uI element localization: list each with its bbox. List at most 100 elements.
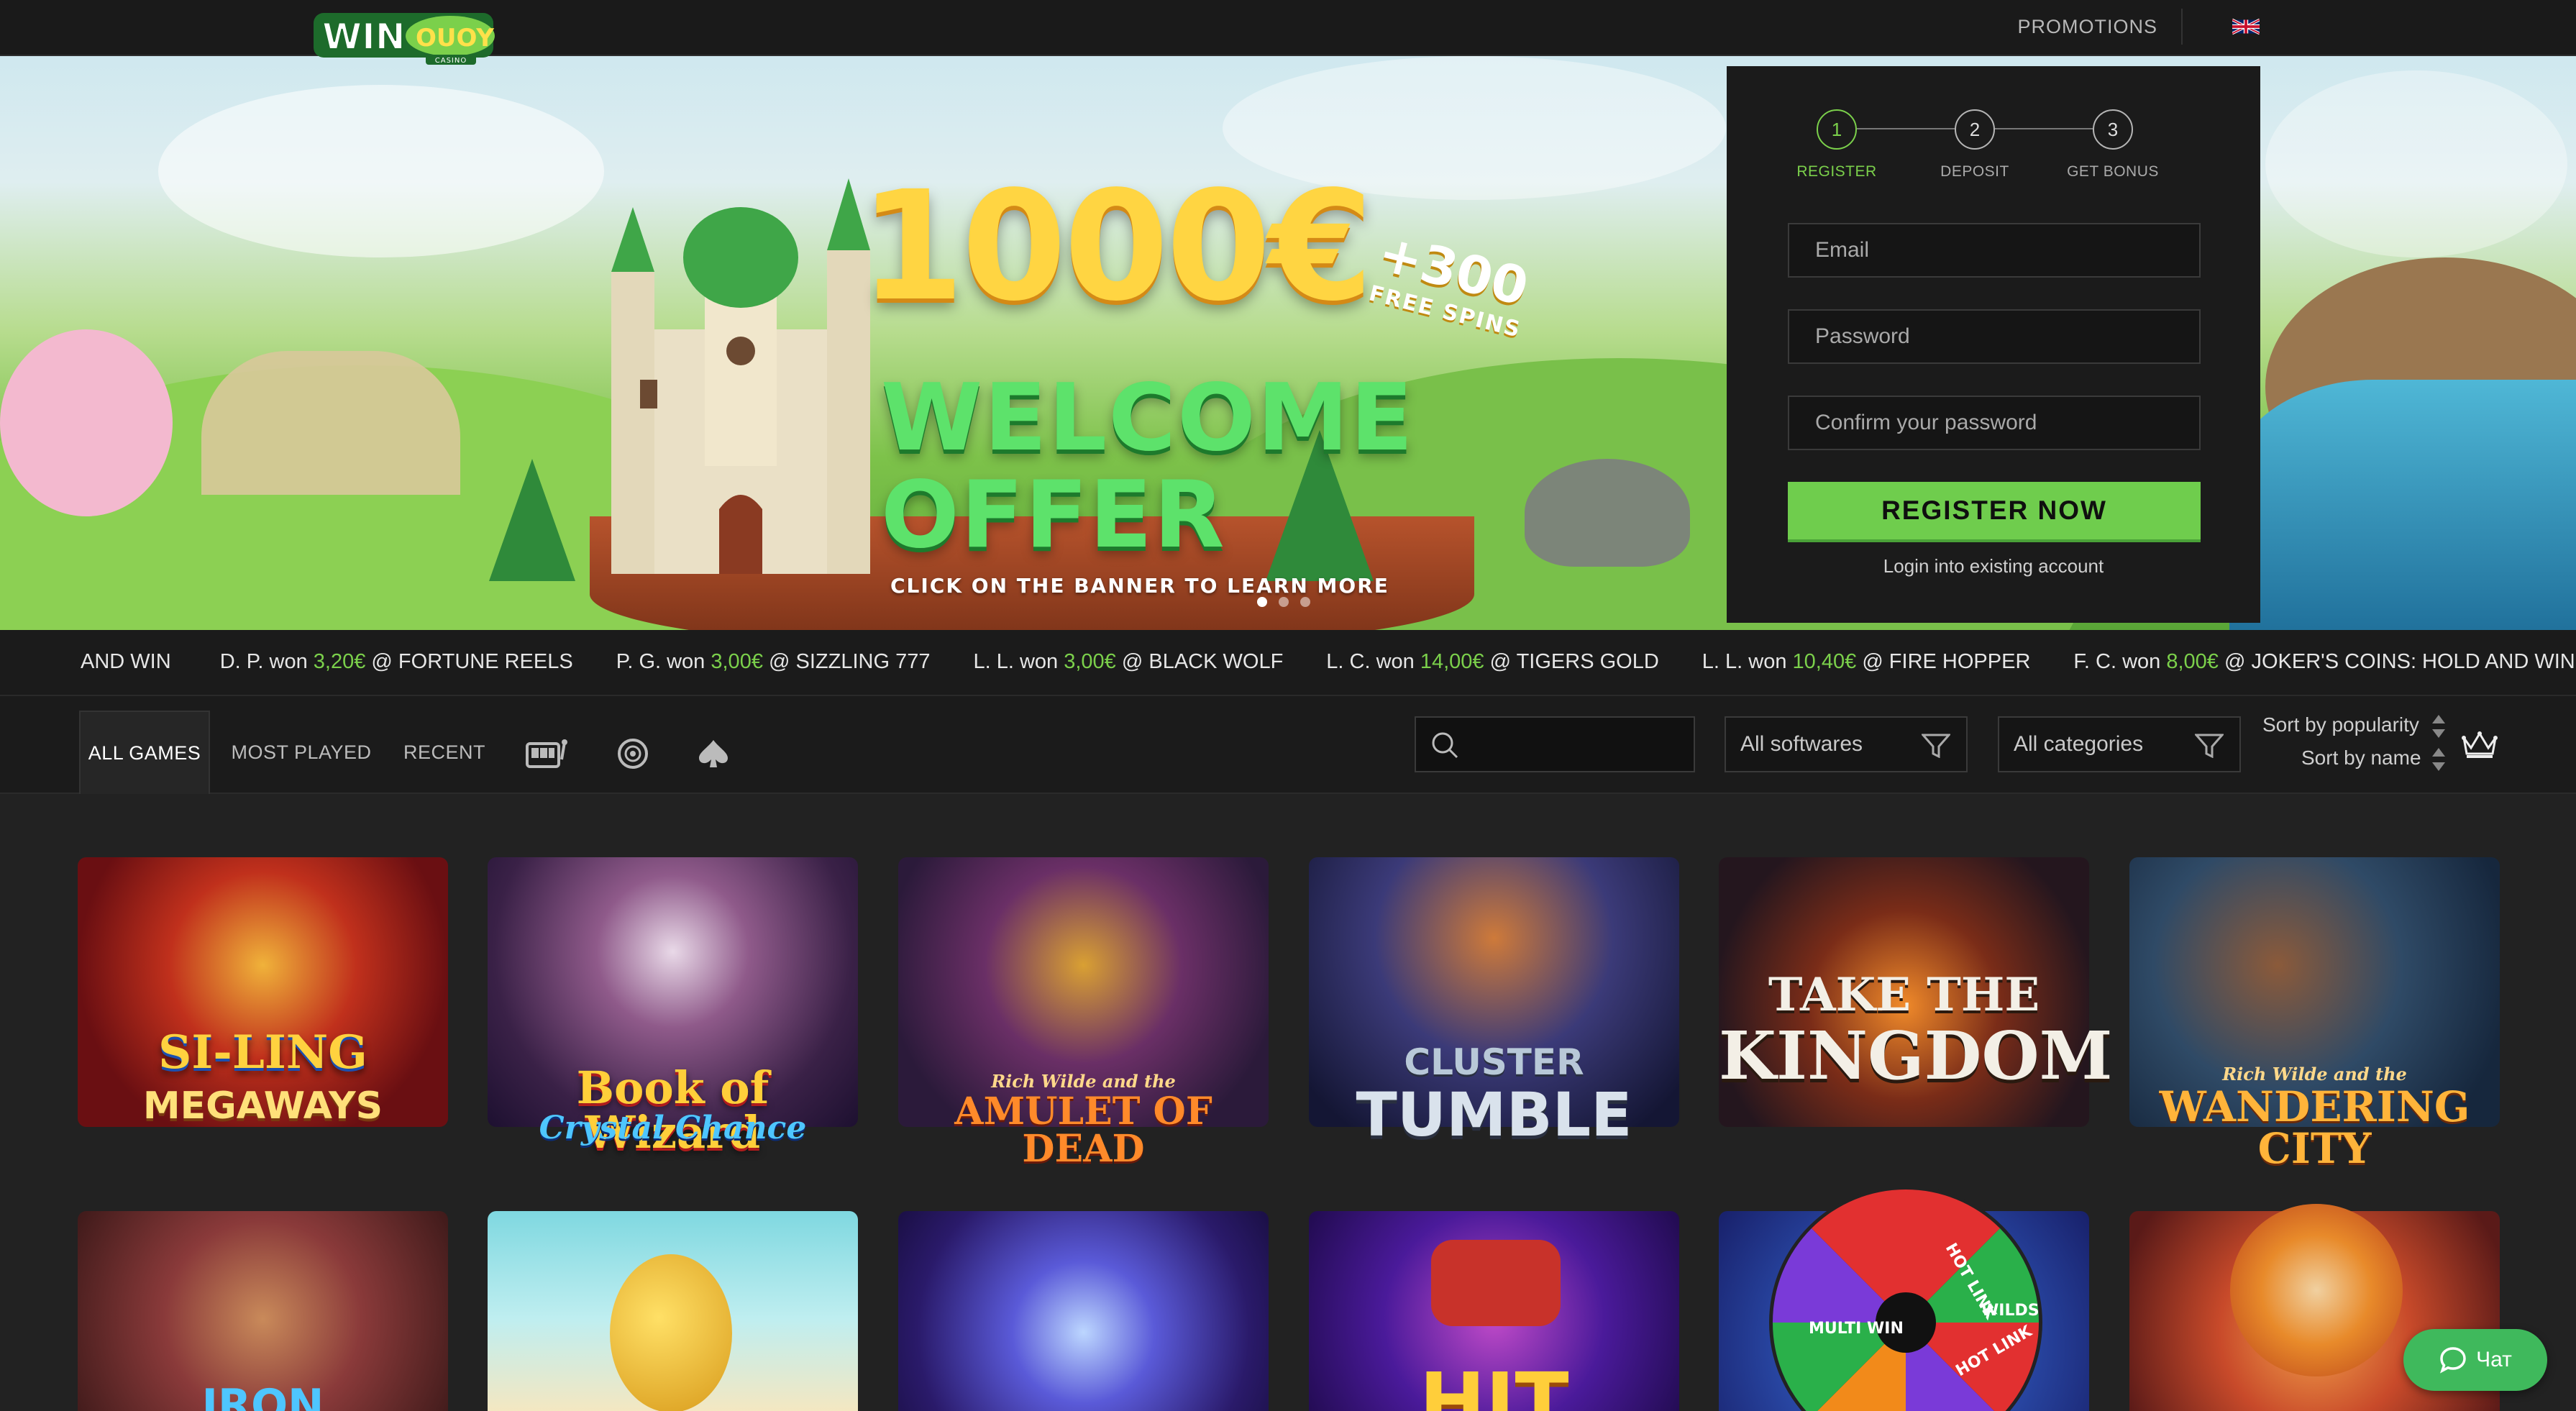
win-amount: 3,00€: [1064, 650, 1116, 673]
register-panel: 1 2 3 REGISTER DEPOSIT GET BONUS REGISTE…: [1727, 66, 2260, 623]
lion-head: [2230, 1204, 2403, 1376]
email-field[interactable]: [1788, 223, 2201, 278]
category-select[interactable]: All categories: [1998, 716, 2241, 772]
win-amount: 8,00€: [2166, 650, 2219, 673]
chat-button[interactable]: Чат: [2403, 1329, 2547, 1391]
game-card-amulet-of-dead[interactable]: Rich Wilde and the AMULET OF DEAD: [898, 857, 1269, 1168]
tab-recent[interactable]: RECENT: [394, 711, 495, 794]
game-title: IRON: [201, 1380, 324, 1411]
promo-amount: 1000€: [859, 158, 1374, 334]
river: [2229, 380, 2576, 630]
chat-bubble-icon: [2440, 1347, 2466, 1374]
promo-welcome: WELCOME: [881, 365, 1415, 472]
winner-name: D. P. won: [219, 650, 308, 673]
game-card-iron[interactable]: IRON: [78, 1211, 448, 1411]
tab-all-games[interactable]: ALL GAMES: [79, 711, 210, 794]
winner-name: F. C. won: [2073, 650, 2161, 673]
wheel-label: WILDS: [1981, 1302, 2040, 1320]
ticker-item: F. C. won 8,00€ @ JOKER'S COINS: HOLD AN…: [2073, 650, 2575, 674]
game-subtitle: TUMBLE: [1356, 1079, 1632, 1150]
wheel-label: MULTI WIN: [1809, 1320, 1904, 1338]
sort-by-name[interactable]: Sort by name: [2301, 746, 2421, 770]
game-card-wheel[interactable]: HOT LINK WILDS HOT LINK MULTI WIN: [1719, 1186, 2089, 1411]
svg-text:WIN: WIN: [322, 16, 406, 58]
winner-name: L. L. won: [973, 650, 1059, 673]
carousel-dot[interactable]: [1257, 597, 1267, 607]
game-subtitle: MEGAWAYS: [142, 1084, 383, 1128]
step-1-label: REGISTER: [1796, 163, 1877, 180]
spade-icon[interactable]: [692, 734, 735, 774]
game-subtitle: Crystal Chance: [539, 1110, 807, 1146]
ticker-lead: AND WIN: [81, 650, 171, 673]
divider: [2181, 9, 2183, 45]
sort-arrows-icon[interactable]: [2431, 746, 2447, 772]
step-2-label: DEPOSIT: [1940, 163, 2009, 180]
promotions-link[interactable]: PROMOTIONS: [2017, 16, 2157, 38]
game-subtitle: Rich Wilde and the: [2222, 1064, 2407, 1084]
game-name: @ JOKER'S COINS: HOLD AND WIN: [2224, 650, 2575, 673]
win-amount: 10,40€: [1792, 650, 1857, 673]
tab-most-played[interactable]: MOST PLAYED: [227, 711, 375, 794]
game-card-wandering-city[interactable]: Rich Wilde and the WANDERING CITY: [2129, 857, 2500, 1169]
game-title: HIT: [1419, 1356, 1569, 1411]
ticker-item: L. C. won 14,00€ @ TIGERS GOLD: [1326, 650, 1659, 674]
software-select[interactable]: All softwares: [1725, 716, 1968, 772]
carousel-dot[interactable]: [1279, 597, 1289, 607]
game-filters: ALL GAMES MOST PLAYED RECENT All softwar…: [0, 696, 2576, 794]
step-3-label: GET BONUS: [2067, 163, 2159, 180]
game-card-crystal[interactable]: [898, 1211, 1269, 1411]
game-search-input[interactable]: [1415, 716, 1695, 772]
ruins: [201, 351, 460, 495]
win-amount: 14,00€: [1420, 650, 1484, 673]
game-card-hit[interactable]: HIT: [1309, 1211, 1679, 1411]
uk-flag-icon[interactable]: [2232, 18, 2260, 35]
game-card-book-of-wizard[interactable]: Book of Wizard Crystal Chance: [488, 857, 858, 1155]
filter-icon: [1922, 734, 1950, 758]
winner-name: L. C. won: [1326, 650, 1415, 673]
game-subtitle: KINGDOM: [1719, 1017, 2113, 1095]
ticker-item: P. G. won 3,00€ @ SIZZLING 777: [616, 650, 931, 674]
game-card-take-the-kingdom[interactable]: TAKE THE KINGDOM: [1719, 857, 2113, 1127]
register-button[interactable]: REGISTER NOW: [1788, 482, 2201, 542]
svg-text:CASINO: CASINO: [435, 57, 467, 65]
slot-machine-icon[interactable]: [525, 734, 568, 774]
ticker-item: D. P. won 3,20€ @ FORTUNE REELS: [220, 650, 573, 674]
bonus-wheel: HOT LINK WILDS HOT LINK MULTI WIN: [1769, 1186, 2042, 1411]
crown-icon[interactable]: [2461, 729, 2498, 759]
win-amount: 3,20€: [313, 650, 366, 673]
winner-name: P. G. won: [616, 650, 705, 673]
pineapple: [610, 1254, 732, 1411]
logo[interactable]: WIN OUOY CASINO: [312, 7, 499, 68]
game-title: SI-LING: [158, 1026, 367, 1079]
sort-by-popularity[interactable]: Sort by popularity: [2262, 713, 2419, 736]
game-title: WANDERING CITY: [2159, 1082, 2470, 1173]
game-subtitle: Rich Wilde and the: [991, 1071, 1176, 1092]
login-link[interactable]: Login into existing account: [1727, 555, 2260, 577]
game-title: CLUSTER: [1404, 1041, 1584, 1083]
castle-illustration: [611, 178, 870, 574]
ticker-item: L. L. won 10,40€ @ FIRE HOPPER: [1702, 650, 2031, 674]
game-card-si-ling[interactable]: SI-LING MEGAWAYS: [78, 857, 448, 1127]
step-connector: [1857, 128, 1955, 129]
sort-arrows-icon[interactable]: [2431, 713, 2447, 739]
step-connector: [1995, 128, 2093, 129]
confirm-password-field[interactable]: [1788, 396, 2201, 450]
step-3: 3: [2093, 109, 2133, 150]
software-select-value: All softwares: [1740, 732, 1863, 756]
game-title: AMULET OF DEAD: [954, 1090, 1212, 1171]
game-card-cluster-tumble[interactable]: CLUSTER TUMBLE: [1309, 857, 1679, 1145]
page: PROMOTIONS WIN OUOY CASINO 1000€ WELCOME…: [0, 0, 2576, 1411]
game-card-tropical[interactable]: [488, 1211, 858, 1411]
carousel-dots: [1257, 597, 1310, 607]
game-name: @ TIGERS GOLD: [1489, 650, 1659, 673]
carousel-dot[interactable]: [1300, 597, 1310, 607]
password-field[interactable]: [1788, 309, 2201, 364]
chat-label: Чат: [2476, 1348, 2512, 1371]
roulette-icon[interactable]: [611, 734, 654, 774]
promo-offer: OFFER: [881, 462, 1226, 569]
promo-cta: CLICK ON THE BANNER TO LEARN MORE: [890, 574, 1389, 598]
svg-text:OUOY: OUOY: [416, 24, 494, 52]
ticker-track: AND WIN D. P. won 3,20€ @ FORTUNE REELS P…: [81, 650, 2576, 674]
game-name: @ SIZZLING 777: [769, 650, 931, 673]
games-grid: SI-LING MEGAWAYS Book of Wizard Crystal …: [0, 794, 2576, 1411]
